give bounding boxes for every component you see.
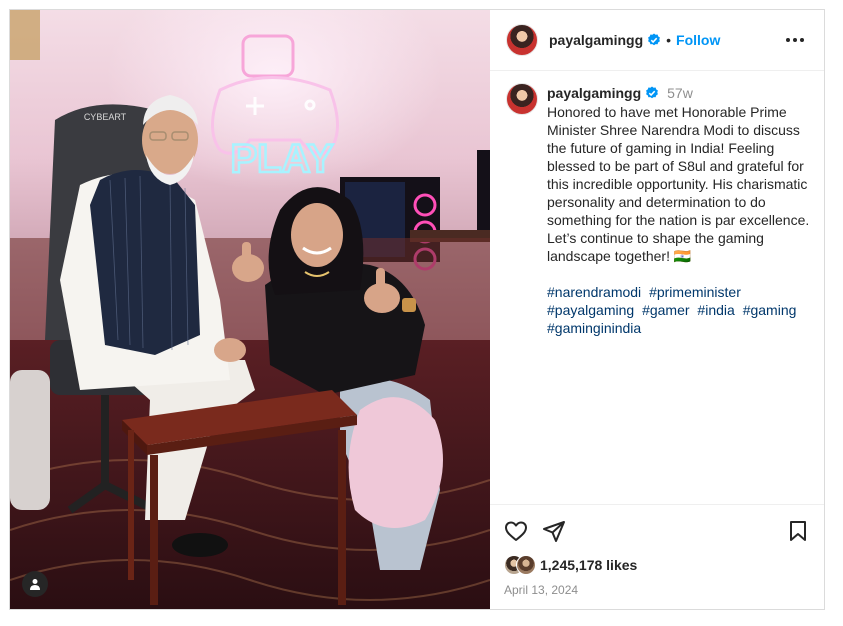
- bookmark-icon[interactable]: [786, 519, 810, 543]
- caption-section: payalgamingg 57w Honored to have met Hon…: [490, 71, 824, 504]
- post-footer: 1,245,178 likes April 13, 2024: [490, 504, 824, 609]
- hashtag-link[interactable]: #primeminister: [649, 284, 741, 300]
- neon-sign-text: PLAY: [230, 137, 333, 181]
- heart-icon[interactable]: [504, 519, 528, 543]
- hashtag-link[interactable]: #india: [697, 302, 734, 318]
- caption-meta: payalgamingg 57w: [547, 83, 809, 103]
- likes-row: 1,245,178 likes: [504, 555, 810, 575]
- caption-username[interactable]: payalgamingg: [547, 85, 641, 101]
- hashtag-link[interactable]: #payalgaming: [547, 302, 634, 318]
- user-tag-icon[interactable]: [22, 571, 48, 597]
- header-separator: •: [666, 32, 672, 48]
- post-sidebar: payalgamingg • Follow payalgamingg 57w H…: [490, 10, 824, 609]
- hashtag-link[interactable]: #gamer: [642, 302, 689, 318]
- caption-text: Honored to have met Honorable Prime Mini…: [547, 104, 810, 264]
- hashtag-link[interactable]: #gaming: [743, 302, 797, 318]
- verified-badge-icon: [647, 33, 661, 47]
- action-bar: [504, 511, 810, 551]
- post-date[interactable]: April 13, 2024: [504, 583, 810, 597]
- follow-button[interactable]: Follow: [676, 32, 720, 48]
- hashtag-link[interactable]: #gaminginindia: [547, 320, 641, 336]
- post-header: payalgamingg • Follow: [490, 10, 824, 71]
- avatar[interactable]: [506, 24, 538, 56]
- caption-body: payalgamingg 57w Honored to have met Hon…: [547, 83, 809, 504]
- verified-badge-icon: [645, 86, 659, 100]
- caption-avatar[interactable]: [506, 83, 538, 115]
- hashtag-list: #narendramodi #primeminister #payalgamin…: [547, 283, 802, 337]
- chair-brand: CYBEART: [84, 112, 127, 122]
- photo-illustration: PLAY CYBEART: [10, 10, 490, 609]
- more-options-icon[interactable]: [780, 32, 810, 48]
- share-icon[interactable]: [542, 519, 566, 543]
- liker-avatar[interactable]: [516, 555, 536, 575]
- hashtag-link[interactable]: #narendramodi: [547, 284, 641, 300]
- author-username[interactable]: payalgamingg: [549, 32, 643, 48]
- instagram-post: PLAY CYBEART payalgamingg • Follow payal…: [9, 9, 825, 610]
- like-count[interactable]: 1,245,178 likes: [540, 557, 637, 573]
- post-photo[interactable]: PLAY CYBEART: [10, 10, 490, 609]
- post-age: 57w: [667, 85, 693, 101]
